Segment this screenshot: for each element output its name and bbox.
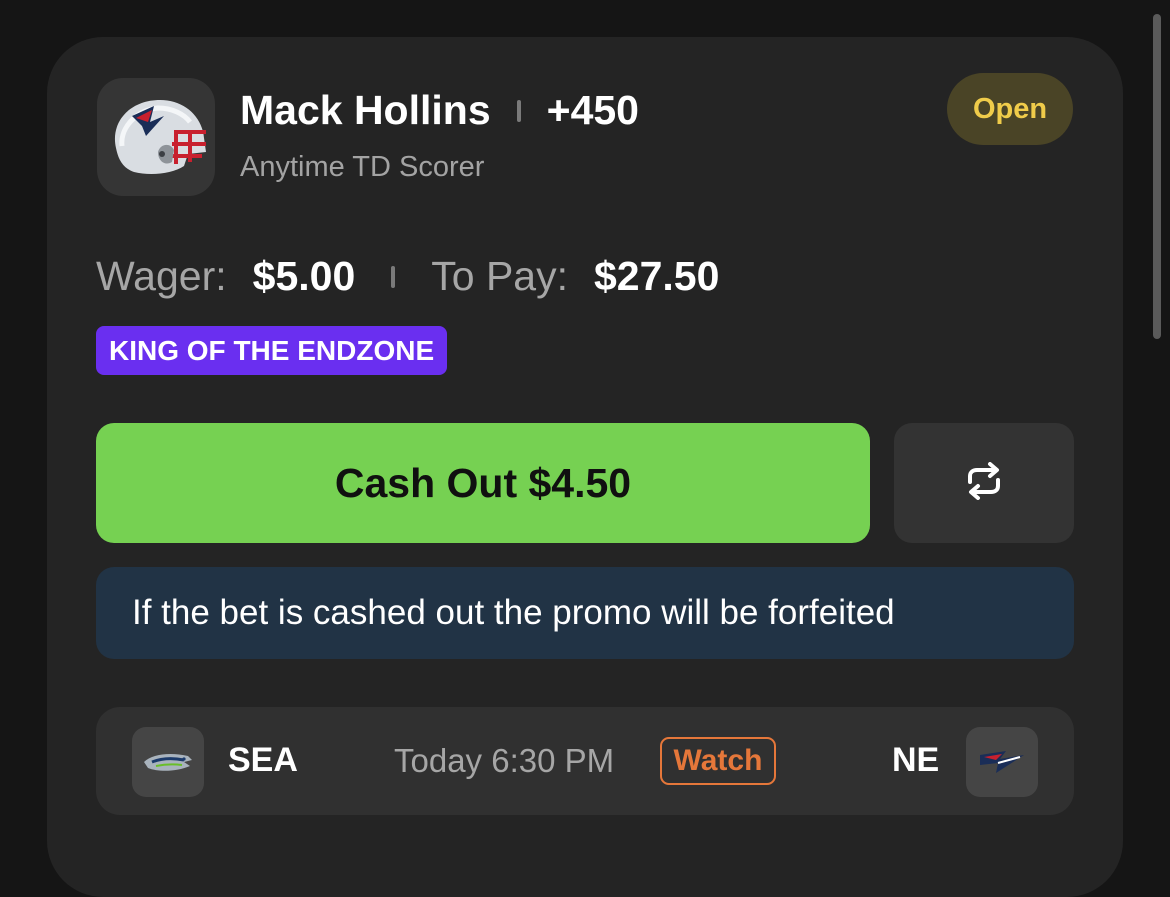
bet-market: Anytime TD Scorer	[240, 151, 485, 183]
patriots-logo-icon	[966, 727, 1038, 797]
promo-badge: KING OF THE ENDZONE	[96, 326, 448, 375]
wager-value: $5.00	[252, 253, 356, 299]
to-pay-label: To Pay:	[431, 253, 568, 299]
cash-out-button[interactable]: Cash Out $4.50	[96, 423, 870, 543]
player-name: Mack Hollins	[240, 87, 491, 133]
home-team-abbr: NE	[892, 741, 940, 779]
away-team-abbr: SEA	[228, 741, 298, 779]
to-pay-value: $27.50	[593, 253, 720, 299]
cashout-promo-notice: If the bet is cashed out the promo will …	[96, 567, 1074, 659]
title-divider	[516, 99, 521, 122]
game-time: Today 6:30 PM	[394, 742, 615, 779]
seahawks-logo-icon	[132, 727, 204, 797]
bet-card: Mack Hollins +450 Anytime TD Scorer Open…	[47, 37, 1123, 897]
player-helmet-icon	[97, 78, 215, 196]
status-badge: Open	[947, 73, 1073, 145]
wager-divider	[391, 265, 396, 288]
wager-summary: Wager: $5.00 To Pay: $27.50	[96, 253, 719, 300]
watch-button[interactable]: Watch	[660, 737, 776, 785]
wager-label: Wager:	[96, 253, 227, 299]
bet-title: Mack Hollins +450	[240, 87, 639, 134]
page-scrollbar[interactable]	[1153, 14, 1161, 339]
repeat-arrows-icon	[962, 461, 1006, 505]
repeat-bet-button[interactable]	[894, 423, 1074, 543]
game-matchup-row[interactable]: SEA Today 6:30 PM Watch NE	[96, 707, 1074, 815]
bet-odds: +450	[546, 87, 639, 133]
